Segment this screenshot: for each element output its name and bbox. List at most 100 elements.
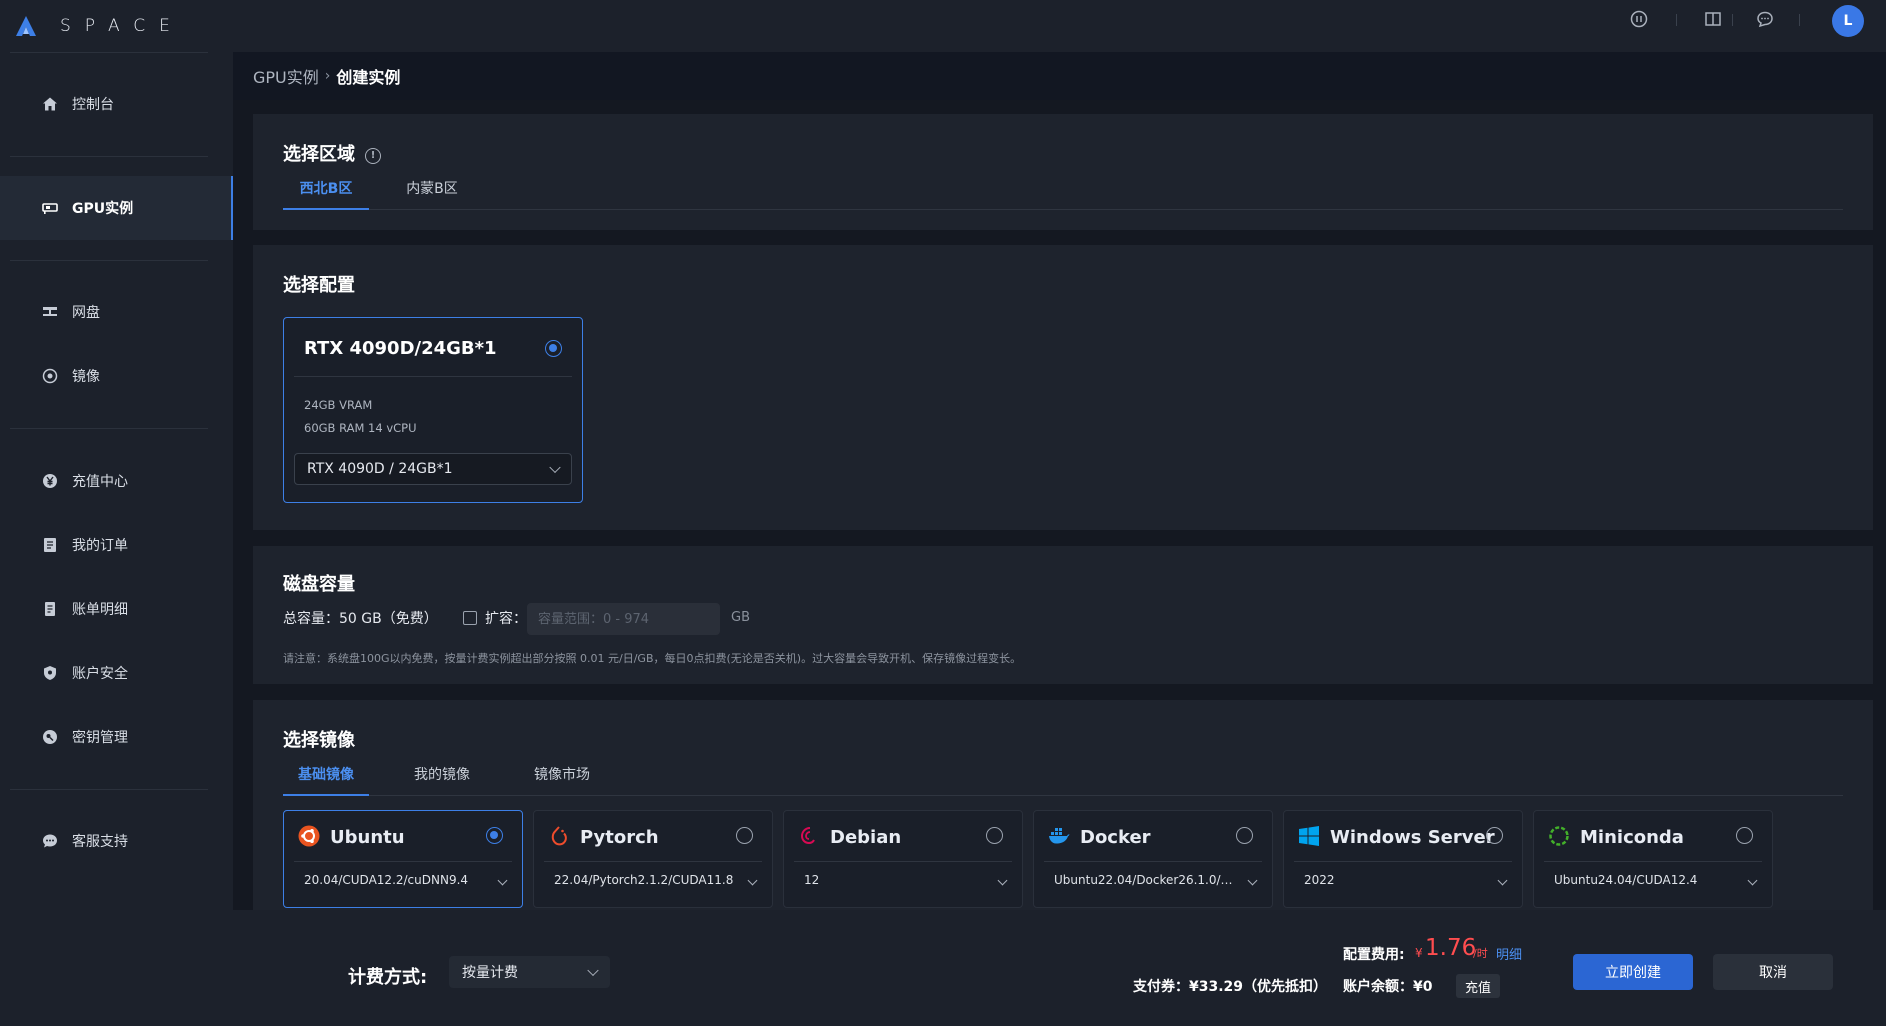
chevron-down-icon — [747, 875, 758, 886]
gpu-count-select[interactable]: RTX 4090D / 24GB*1 — [294, 453, 572, 485]
logo[interactable]: SPACE — [14, 8, 184, 44]
space-logo-icon — [16, 16, 36, 36]
price-detail-link[interactable]: 明细 — [1496, 944, 1522, 963]
create-now-button[interactable]: 立即创建 — [1573, 954, 1693, 990]
home-icon — [42, 96, 58, 112]
region-title: 选择区域! — [283, 140, 381, 166]
user-avatar[interactable]: L — [1832, 5, 1864, 37]
tab-track — [283, 209, 1843, 210]
breadcrumb-current: 创建实例 — [336, 68, 401, 87]
bill-icon — [42, 601, 58, 617]
tab-base-images[interactable]: 基础镜像 — [283, 764, 369, 784]
image-radio[interactable] — [986, 827, 1003, 844]
image-card-pytorch[interactable]: Pytorch 22.04/Pytorch2.1.2/CUDA11.8 — [533, 810, 773, 908]
sidebar-item-images[interactable]: 镜像 — [0, 344, 233, 408]
image-card-ubuntu[interactable]: Ubuntu 20.04/CUDA12.2/cuDNN9.4 — [283, 810, 523, 908]
sidebar-item-label: 账单明细 — [72, 602, 128, 618]
help-icon[interactable] — [1630, 10, 1648, 28]
card-divider — [544, 861, 762, 862]
key-icon — [42, 729, 58, 745]
yen-icon — [42, 473, 58, 489]
sidebar-item-storage[interactable]: 网盘 — [0, 280, 233, 344]
tab-image-market[interactable]: 镜像市场 — [519, 764, 605, 784]
image-card-debian[interactable]: Debian 12 — [783, 810, 1023, 908]
gpu-config-card[interactable]: RTX 4090D/24GB*1 24GB VRAM 60GB RAM 14 v… — [283, 317, 583, 503]
image-radio[interactable] — [486, 827, 503, 844]
tab-region-northwest-b[interactable]: 西北B区 — [283, 178, 369, 198]
image-version-select[interactable]: 2022 — [1304, 873, 1489, 887]
sidebar-item-recharge[interactable]: 充值中心 — [0, 449, 233, 513]
sidebar-item-bills[interactable]: 账单明细 — [0, 577, 233, 641]
brand-name: SPACE — [60, 16, 184, 36]
breadcrumb-parent[interactable]: GPU实例 — [253, 64, 319, 88]
tab-region-inner-mongolia-b[interactable]: 内蒙B区 — [389, 178, 475, 198]
capacity-unit: GB — [731, 610, 750, 625]
image-version-select[interactable]: 20.04/CUDA12.2/cuDNN9.4 — [304, 873, 489, 887]
billing-mode-select[interactable]: 按量计费 — [449, 956, 610, 988]
image-version-select[interactable]: Ubuntu24.04/CUDA12.4 — [1554, 873, 1739, 887]
image-radio[interactable] — [1236, 827, 1253, 844]
image-panel: 选择镜像 基础镜像 我的镜像 镜像市场 Ubuntu 20.04/CUDA12.… — [253, 700, 1873, 910]
gpu-spec-ram-cpu: 60GB RAM 14 vCPU — [304, 421, 417, 435]
message-icon[interactable] — [1756, 10, 1774, 28]
capacity-input[interactable] — [527, 603, 720, 635]
pytorch-icon — [551, 826, 567, 846]
image-name: Ubuntu — [330, 827, 405, 848]
chevron-down-icon — [1497, 875, 1508, 886]
expand-checkbox[interactable] — [463, 611, 477, 625]
sidebar-item-label: 镜像 — [72, 369, 100, 385]
image-radio[interactable] — [1486, 827, 1503, 844]
region-title-text: 选择区域 — [283, 144, 355, 165]
sidebar-item-label: 充值中心 — [72, 474, 128, 490]
config-title: 选择配置 — [283, 275, 355, 296]
sidebar-item-orders[interactable]: 我的订单 — [0, 513, 233, 577]
image-radio[interactable] — [1736, 827, 1753, 844]
sidebar-divider — [10, 789, 208, 790]
gpu-config-name: RTX 4090D/24GB*1 — [304, 338, 497, 359]
chat-icon — [42, 833, 58, 849]
miniconda-icon — [1549, 826, 1569, 846]
tab-active-indicator — [283, 208, 369, 210]
image-version-select[interactable]: Ubuntu22.04/Docker26.1.0/NVIDIA — [1054, 873, 1239, 887]
info-icon[interactable]: ! — [365, 148, 381, 164]
cancel-button[interactable]: 取消 — [1713, 954, 1833, 990]
recharge-button[interactable]: 充值 — [1456, 974, 1500, 998]
gpu-count-select-value: RTX 4090D / 24GB*1 — [307, 461, 453, 477]
image-card-miniconda[interactable]: Miniconda Ubuntu24.04/CUDA12.4 — [1533, 810, 1773, 908]
docs-book-icon[interactable] — [1704, 10, 1722, 28]
account-balance: 账户余额：¥0 — [1343, 979, 1433, 995]
image-name: Pytorch — [580, 827, 659, 848]
storage-icon — [42, 304, 58, 320]
tab-active-indicator — [283, 794, 369, 796]
sidebar-item-support[interactable]: 客服支持 — [0, 809, 233, 873]
chevron-down-icon — [1247, 875, 1258, 886]
cost-label: 配置费用: — [1343, 947, 1405, 963]
ubuntu-icon — [298, 825, 320, 847]
image-name: Miniconda — [1580, 827, 1684, 848]
price-currency: ¥ — [1415, 946, 1423, 960]
image-name: Debian — [830, 827, 902, 848]
coupon-info: 支付券：¥33.29（优先抵扣） — [1133, 979, 1328, 995]
topbar-separator — [1732, 14, 1733, 26]
sidebar-item-key-management[interactable]: 密钥管理 — [0, 705, 233, 769]
tab-my-images[interactable]: 我的镜像 — [399, 764, 485, 784]
image-card-docker[interactable]: Docker Ubuntu22.04/Docker26.1.0/NVIDIA — [1033, 810, 1273, 908]
image-name: Docker — [1080, 827, 1151, 848]
gpu-config-radio[interactable] — [545, 340, 562, 357]
sidebar-item-label: GPU实例 — [72, 201, 134, 217]
disc-icon — [42, 368, 58, 384]
gpu-icon — [42, 200, 58, 216]
image-card-windows-server[interactable]: Windows Server 2022 — [1283, 810, 1523, 908]
image-version-select[interactable]: 22.04/Pytorch2.1.2/CUDA11.8 — [554, 873, 739, 887]
sidebar-divider — [10, 156, 208, 157]
card-divider — [294, 861, 512, 862]
sidebar-item-console[interactable]: 控制台 — [0, 72, 233, 136]
image-radio[interactable] — [736, 827, 753, 844]
card-divider — [1294, 861, 1512, 862]
sidebar-item-account-security[interactable]: 账户安全 — [0, 641, 233, 705]
disk-total: 总容量：50 GB（免费） — [283, 611, 438, 627]
sidebar-item-label: 我的订单 — [72, 538, 128, 554]
card-divider — [794, 861, 1012, 862]
sidebar-item-gpu-instance[interactable]: GPU实例 — [0, 176, 233, 240]
image-version-select[interactable]: 12 — [804, 873, 989, 887]
